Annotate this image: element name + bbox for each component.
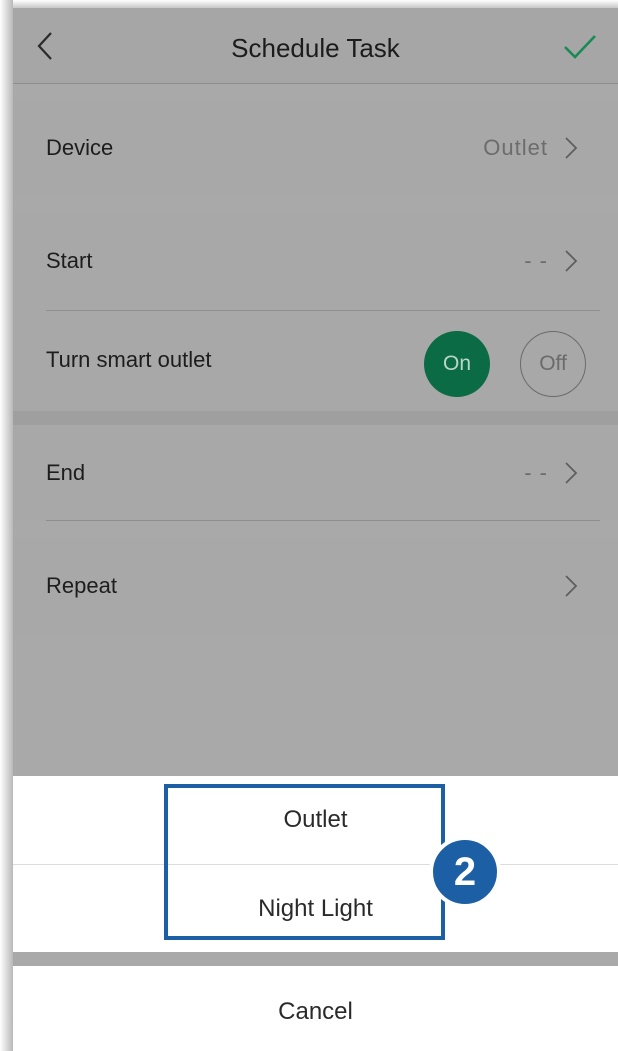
end-value: - - <box>524 460 548 485</box>
repeat-group: Repeat <box>13 538 618 634</box>
frame-shadow-left <box>0 0 13 1051</box>
navigation-bar: Schedule Task <box>13 8 618 84</box>
end-row[interactable]: End - - <box>13 425 618 521</box>
checkmark-icon <box>564 35 596 59</box>
row-divider <box>46 520 600 521</box>
off-toggle-button[interactable]: Off <box>520 331 586 397</box>
end-label: End <box>46 460 86 485</box>
turn-outlet-row: Turn smart outlet On Off <box>13 309 618 411</box>
repeat-label: Repeat <box>46 573 117 598</box>
confirm-button[interactable] <box>563 32 597 62</box>
cancel-button[interactable]: Cancel <box>13 966 618 1051</box>
sheet-gap <box>13 952 618 966</box>
chevron-right-icon <box>565 575 578 597</box>
annotation-highlight-box <box>164 784 445 940</box>
screenshot-frame: Schedule Task Device Outlet Start - - Tu… <box>0 0 618 1051</box>
start-value: - - <box>524 248 548 273</box>
chevron-right-icon <box>565 462 578 484</box>
on-toggle-button[interactable]: On <box>424 331 490 397</box>
device-label: Device <box>46 135 114 160</box>
group-gap <box>13 411 618 425</box>
schedule-group: Start - - Turn smart outlet On Off End -… <box>13 213 618 521</box>
start-label: Start <box>46 248 93 273</box>
device-value: Outlet <box>483 135 548 160</box>
start-row[interactable]: Start - - <box>13 213 618 309</box>
frame-shadow-top <box>0 0 618 8</box>
annotation-step-badge: 2 <box>429 836 501 908</box>
repeat-row[interactable]: Repeat <box>13 538 618 634</box>
device-row[interactable]: Device Outlet <box>13 100 618 196</box>
turn-outlet-label: Turn smart outlet <box>46 347 212 372</box>
device-group: Device Outlet <box>13 100 618 196</box>
chevron-right-icon <box>565 250 578 272</box>
chevron-right-icon <box>565 137 578 159</box>
page-title: Schedule Task <box>231 33 400 63</box>
